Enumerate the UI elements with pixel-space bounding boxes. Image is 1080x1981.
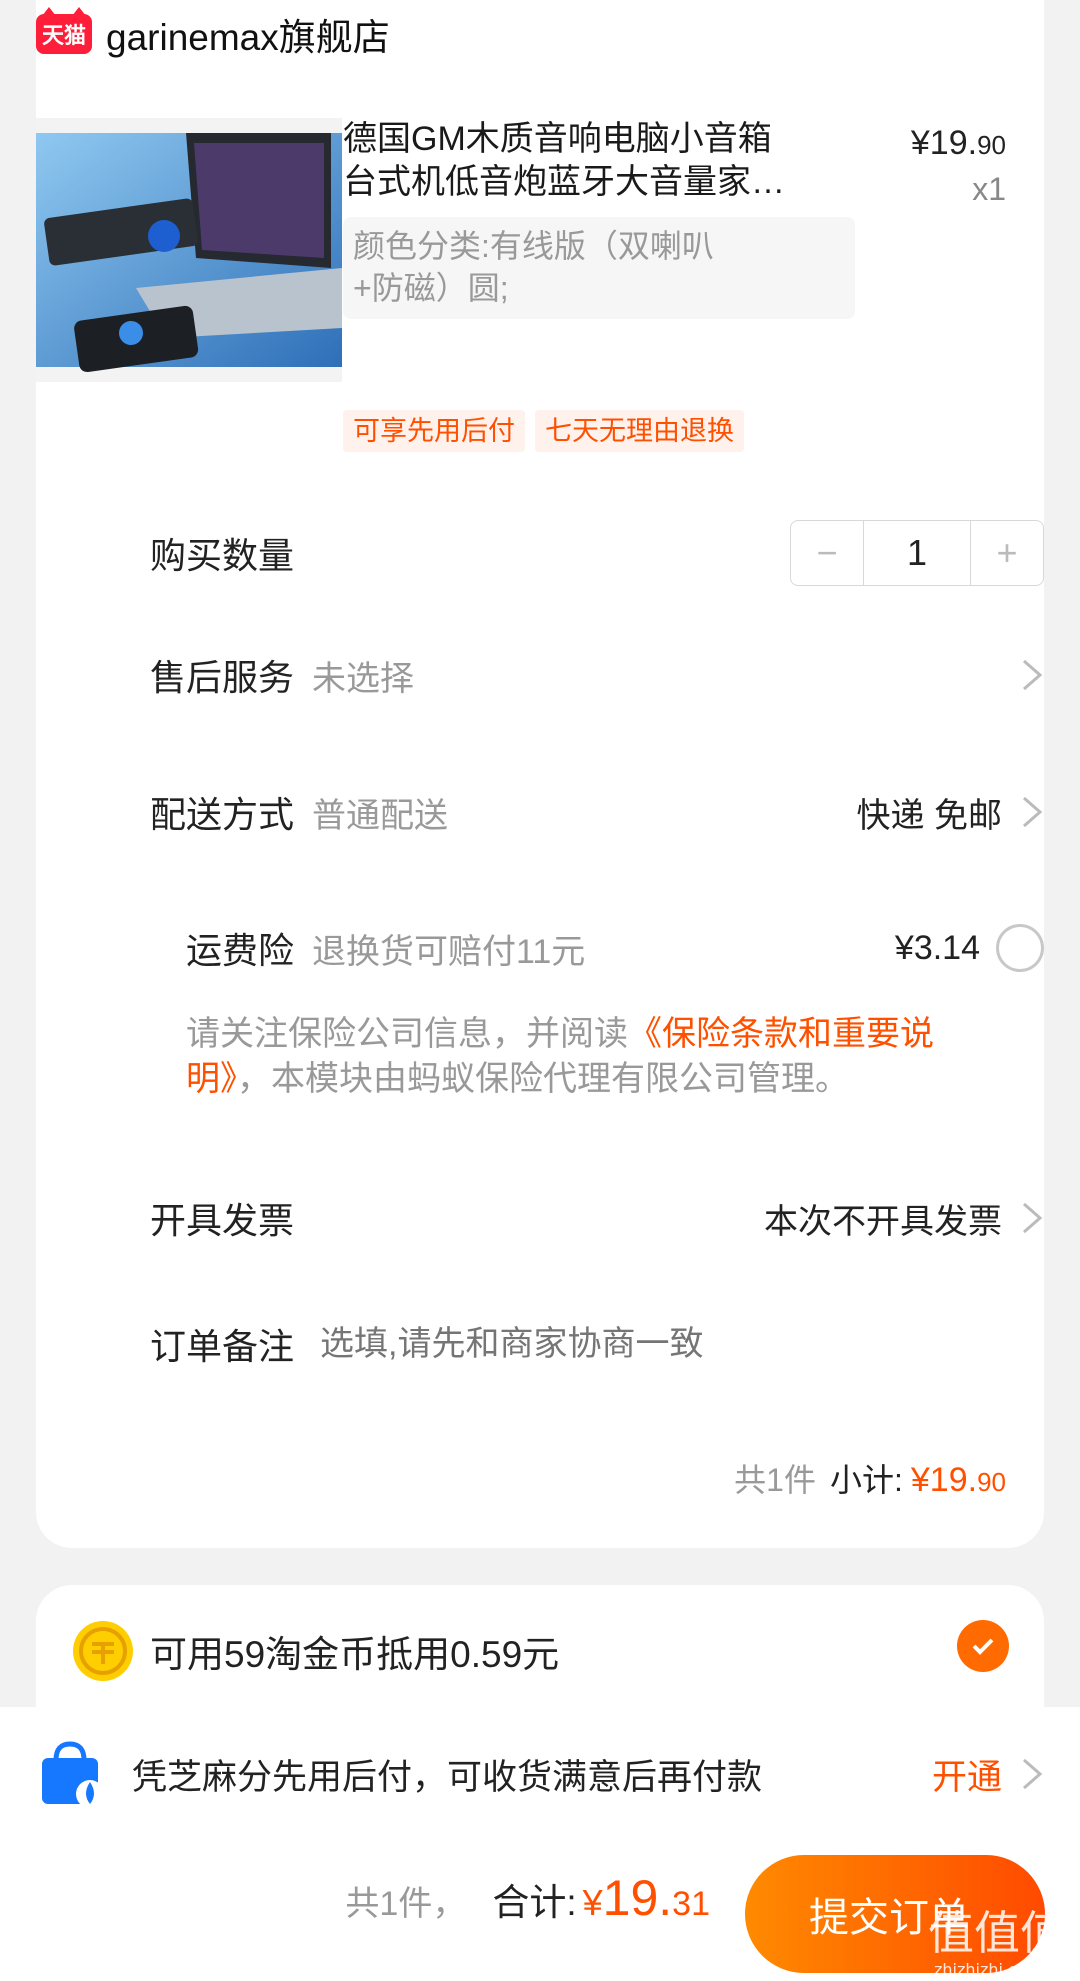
sku-line1: 颜色分类:有线版（双喇叭 (353, 228, 714, 264)
total-label: 合计: (492, 1882, 577, 1923)
checkout-bar: 共1件， 合计: ¥19.31 提交订单 (0, 1841, 1080, 1981)
delivery-value: 快递 免邮 (856, 796, 1002, 835)
total-amount: ¥19.31 (583, 1869, 710, 1927)
coin-checkbox[interactable] (957, 1620, 1009, 1672)
tmall-logo-icon: 天猫 (36, 7, 92, 54)
sku-box[interactable]: 颜色分类:有线版（双喇叭 +防磁）圆; (343, 217, 855, 319)
product-image[interactable] (36, 118, 342, 382)
delivery-row[interactable]: 配送方式 普通配送 快递 免邮 (150, 782, 1044, 842)
invoice-value: 本次不开具发票 (764, 1202, 1002, 1241)
activate-link[interactable]: 开通 (932, 1749, 1002, 1800)
insurance-sub: 退换货可赔付11元 (312, 932, 586, 971)
note-row: 订单备注 (150, 1314, 1044, 1374)
chevron-right-icon (1020, 1756, 1044, 1792)
subtotal-amount: ¥19.90 (911, 1461, 1006, 1500)
gold-coin-icon (72, 1620, 134, 1682)
price-cents: 90 (977, 130, 1006, 160)
subtotal-amount-main: ¥19. (910, 1461, 978, 1499)
subtotal-label: 小计: (829, 1462, 903, 1498)
insurance-right: ¥3.14 (895, 924, 1044, 972)
product-title-line2: 台式机低音炮蓝牙大音量家… (343, 163, 785, 201)
store-name[interactable]: garinemax旗舰店 (106, 7, 390, 61)
plus-button[interactable]: + (971, 521, 1043, 585)
chevron-right-icon (1020, 794, 1044, 830)
invoice-right: 本次不开具发票 (764, 1194, 1044, 1243)
total-currency: ¥ (582, 1882, 603, 1923)
insurance-row: 运费险 退换货可赔付11元 ¥3.14 (186, 918, 1044, 978)
total-count: 共1件， (345, 1885, 467, 1923)
coin-row[interactable]: 可用59淘金币抵用0.59元 (72, 1620, 559, 1682)
chevron-right-icon (1020, 657, 1044, 693)
quantity-label: 购买数量 (150, 535, 295, 576)
invoice-label: 开具发票 (150, 1200, 295, 1241)
watermark-logo: 值值值 zhizhizhi.com (920, 1895, 1080, 1981)
insurance-radio[interactable] (996, 924, 1044, 972)
notice-text-before: 请关注保险公司信息，并阅读 (186, 1015, 628, 1053)
subtotal-amount-cents: 90 (977, 1467, 1006, 1497)
delivery-label: 配送方式 (150, 794, 295, 835)
coin-text: 可用59淘金币抵用0.59元 (150, 1634, 560, 1675)
notice-text-after: ，本模块由蚂蚁保险代理有限公司管理。 (237, 1060, 849, 1098)
order-note-input[interactable] (320, 1324, 1044, 1364)
product-tags: 可享先用后付 七天无理由退换 (343, 410, 744, 452)
check-icon (972, 1638, 994, 1655)
subtotal: 共1件 小计: ¥19.90 (734, 1455, 1006, 1501)
product-title-line1: 德国GM木质音响电脑小音箱 (343, 120, 772, 158)
insurance-notice: 请关注保险公司信息，并阅读《保险条款和重要说明》，本模块由蚂蚁保险代理有限公司管… (186, 1012, 1016, 1102)
svg-text:值值值: 值值值 (928, 1906, 1066, 1960)
aftersale-right (1002, 657, 1044, 693)
order-total: 共1件， 合计: ¥19.31 (345, 1869, 710, 1927)
product-title[interactable]: 德国GM木质音响电脑小音箱 台式机低音炮蓝牙大音量家… (343, 118, 863, 204)
total-cents: 31 (672, 1885, 710, 1923)
aftersale-label: 售后服务 (150, 657, 295, 698)
insurance-price: ¥3.14 (894, 928, 980, 967)
shopping-bag-icon (36, 1738, 108, 1810)
insurance-label: 运费险 (186, 930, 295, 971)
delivery-sub: 普通配送 (312, 796, 448, 835)
product-price: ¥19.90 (911, 124, 1006, 163)
price-main: ¥19. (910, 124, 978, 162)
quantity-row: 购买数量 − 1 + (150, 520, 1044, 586)
delivery-right: 快递 免邮 (857, 788, 1044, 837)
minus-button[interactable]: − (791, 521, 863, 585)
pay-later-promo-bar[interactable]: 凭芝麻分先用后付，可收货满意后再付款 开通 (0, 1707, 1080, 1841)
tag-pay-later: 可享先用后付 (343, 410, 525, 452)
aftersale-row[interactable]: 售后服务 未选择 (150, 645, 1044, 705)
product-quantity: x1 (972, 171, 1006, 207)
quantity-stepper[interactable]: − 1 + (790, 520, 1044, 586)
sku-line2: +防磁）圆; (353, 270, 509, 306)
tag-seven-day-return: 七天无理由退换 (535, 410, 744, 452)
aftersale-value: 未选择 (312, 659, 414, 698)
product-price-block: ¥19.90 x1 (911, 124, 1006, 208)
store-header[interactable]: 天猫 garinemax旗舰店 (36, 7, 390, 58)
chevron-right-icon (1020, 1200, 1044, 1236)
quantity-value[interactable]: 1 (863, 521, 971, 585)
note-label: 订单备注 (150, 1326, 295, 1367)
subtotal-count: 共1件 (734, 1462, 816, 1498)
total-main: 19. (602, 1870, 673, 1926)
invoice-row[interactable]: 开具发票 本次不开具发票 (150, 1188, 1044, 1248)
promo-text: 凭芝麻分先用后付，可收货满意后再付款 (132, 1757, 763, 1797)
svg-text:zhizhizhi.com: zhizhizhi.com (934, 1960, 1042, 1979)
